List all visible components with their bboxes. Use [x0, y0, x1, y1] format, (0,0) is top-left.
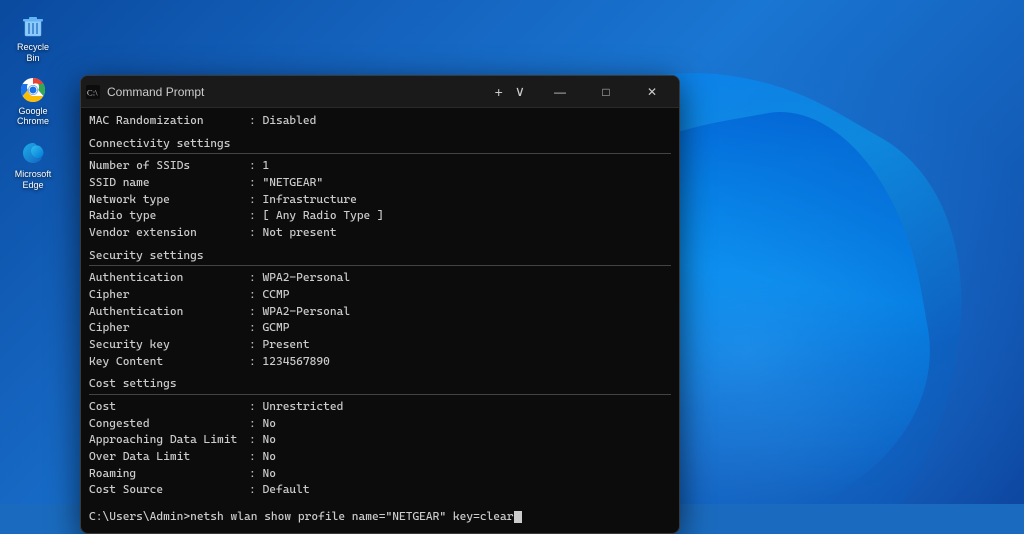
table-row: Authentication : WPA2-Personal — [89, 303, 671, 320]
cost-header: Cost settings — [89, 375, 671, 392]
edge-image — [19, 139, 47, 167]
connectivity-divider — [89, 153, 671, 154]
edge-icon[interactable]: Microsoft Edge — [8, 135, 58, 195]
connectivity-rows: Number of SSIDs : 1 SSID name : "NETGEAR… — [89, 157, 671, 240]
table-row: Key Content : 1234567890 — [89, 353, 671, 370]
new-tab-button[interactable]: + — [491, 84, 507, 100]
table-row: Radio type : [ Any Radio Type ] — [89, 207, 671, 224]
window-controls: — □ ✕ — [537, 76, 675, 108]
prompt-text: C:\Users\Admin>netsh wlan show profile n… — [89, 509, 514, 523]
recycle-bin-label: Recycle Bin — [12, 42, 54, 64]
mac-label: MAC Randomization — [89, 112, 249, 129]
cmd-window-icon: C:\ — [85, 84, 101, 100]
cost-divider — [89, 394, 671, 395]
cursor — [514, 511, 522, 523]
prompt-line: C:\Users\Admin>netsh wlan show profile n… — [89, 508, 671, 525]
security-divider — [89, 265, 671, 266]
recycle-bin-image — [19, 12, 47, 40]
table-row: Cipher : CCMP — [89, 286, 671, 303]
chrome-label: Google Chrome — [12, 106, 54, 128]
window-title: Command Prompt — [107, 85, 491, 99]
edge-label: Microsoft Edge — [12, 169, 54, 191]
table-row: Security key : Present — [89, 336, 671, 353]
connectivity-header: Connectivity settings — [89, 135, 671, 152]
cost-rows: Cost : Unrestricted Congested : No Appro… — [89, 398, 671, 498]
tab-dropdown-button[interactable]: ∨ — [511, 83, 529, 100]
table-row: Number of SSIDs : 1 — [89, 157, 671, 174]
svg-text:C:\: C:\ — [87, 87, 98, 97]
security-rows: Authentication : WPA2-Personal Cipher : … — [89, 269, 671, 369]
mac-value: : Disabled — [249, 112, 316, 129]
minimize-button[interactable]: — — [537, 76, 583, 108]
security-header: Security settings — [89, 247, 671, 264]
chrome-image — [19, 76, 47, 104]
maximize-button[interactable]: □ — [583, 76, 629, 108]
cmd-window: C:\ Command Prompt + ∨ — □ ✕ MAC Randomi… — [80, 75, 680, 534]
recycle-bin-icon[interactable]: Recycle Bin — [8, 8, 58, 68]
table-row: Cost Source : Default — [89, 481, 671, 498]
table-row: Roaming : No — [89, 465, 671, 482]
desktop-icons: Recycle Bin Google Chrome — [8, 0, 58, 195]
table-row: SSID name : "NETGEAR" — [89, 174, 671, 191]
table-row: Cipher : GCMP — [89, 319, 671, 336]
table-row: Network type : Infrastructure — [89, 191, 671, 208]
title-extra-controls: + ∨ — [491, 83, 529, 100]
title-bar: C:\ Command Prompt + ∨ — □ ✕ — [81, 76, 679, 108]
table-row: Congested : No — [89, 415, 671, 432]
table-row: Cost : Unrestricted — [89, 398, 671, 415]
cmd-content: MAC Randomization : Disabled Connectivit… — [81, 108, 679, 533]
table-row: Over Data Limit : No — [89, 448, 671, 465]
close-button[interactable]: ✕ — [629, 76, 675, 108]
mac-randomization-row: MAC Randomization : Disabled — [89, 112, 671, 129]
chrome-icon[interactable]: Google Chrome — [8, 72, 58, 132]
table-row: Approaching Data Limit : No — [89, 431, 671, 448]
table-row: Vendor extension : Not present — [89, 224, 671, 241]
table-row: Authentication : WPA2-Personal — [89, 269, 671, 286]
